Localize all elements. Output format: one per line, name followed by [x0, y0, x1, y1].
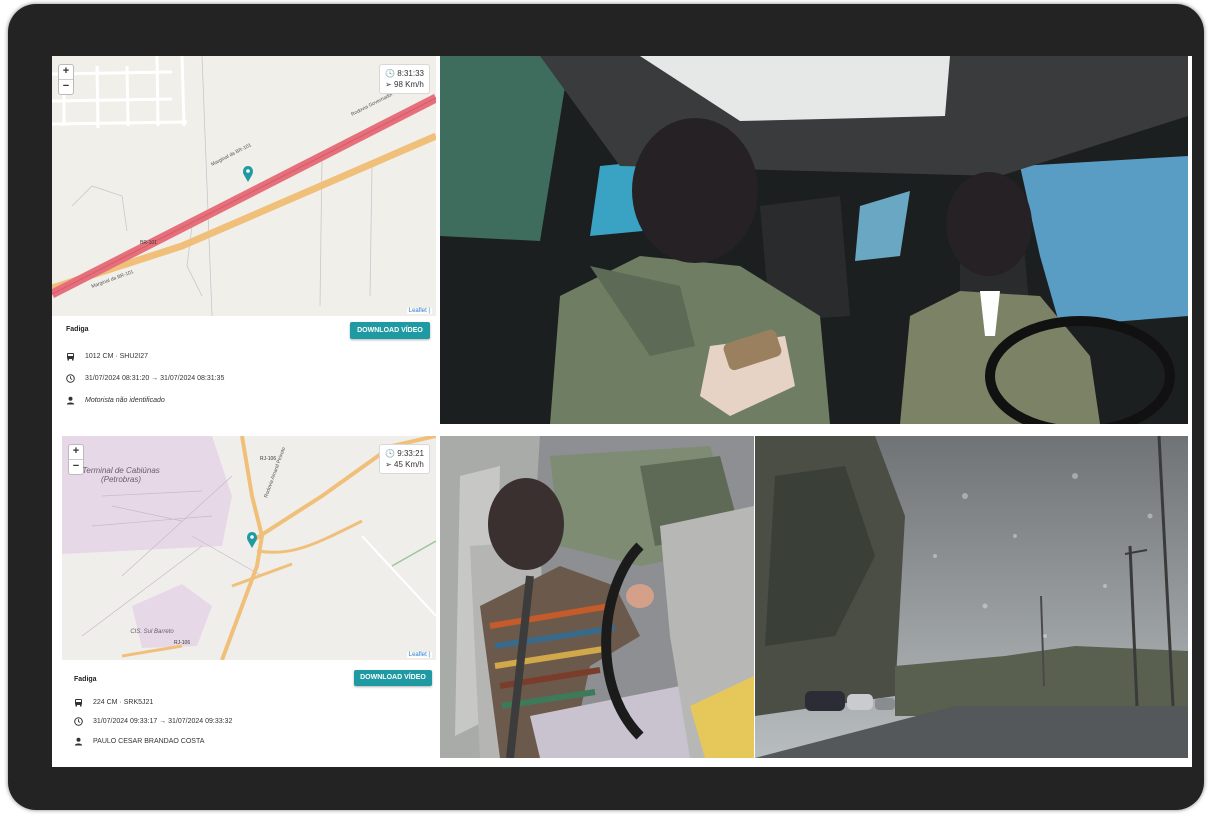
telemetry-overlay-2: 🕓 9:33:21 ➢ 45 Km/h: [379, 444, 430, 474]
clock-icon: 🕓: [385, 449, 396, 458]
telemetry-overlay-1: 🕓 8:31:33 ➢ 98 Km/h: [379, 64, 430, 94]
event-period: 31/07/2024 08:31:20 → 31/07/2024 08:31:3…: [85, 375, 225, 382]
clock-icon: [74, 717, 83, 726]
event-info-2: Fadiga DOWNLOAD VÍDEO 224 CM · SRK5J21 3…: [62, 660, 436, 758]
event-map-1[interactable]: Marginal da BR-101 Marginal da BR-101 Ro…: [52, 56, 436, 316]
cabin-camera-image: [440, 436, 754, 758]
overlay-speed: 45 Km/h: [394, 460, 424, 469]
event-info-1: Fadiga DOWNLOAD VÍDEO 1012 CM · SHU2I27 …: [52, 316, 436, 420]
vehicle-id: 1012 CM · SHU2I27: [85, 353, 149, 360]
person-icon: [74, 737, 83, 746]
driver-row: PAULO CESAR BRANDAO COSTA: [74, 737, 204, 746]
road-label: Marginal da BR-101: [210, 142, 253, 168]
road-label: RJ-106: [260, 456, 276, 462]
road-camera-frame-2: [755, 436, 1188, 758]
event-period: 31/07/2024 09:33:17 → 31/07/2024 09:33:3…: [93, 718, 233, 725]
event-review-sheet: Marginal da BR-101 Marginal da BR-101 Ro…: [52, 56, 1192, 767]
period-row: 31/07/2024 09:33:17 → 31/07/2024 09:33:3…: [74, 717, 232, 726]
event-title: Fadiga: [66, 326, 89, 333]
download-video-button[interactable]: DOWNLOAD VÍDEO: [354, 670, 432, 686]
place-label: Terminal de Cabiúnas (Petrobras): [82, 466, 160, 484]
overlay-speed: 98 Km/h: [394, 80, 424, 89]
cabin-camera-frame-2: [440, 436, 754, 758]
map-attribution[interactable]: Leaflet |: [406, 652, 432, 658]
person-icon: [66, 396, 75, 405]
road-label: BR-101: [140, 240, 157, 246]
zoom-in-button[interactable]: +: [59, 65, 73, 79]
road-label: Rodovia Amaral Peixoto: [263, 446, 287, 498]
zoom-in-button[interactable]: +: [69, 445, 83, 459]
bus-icon: [66, 352, 75, 361]
vehicle-row: 1012 CM · SHU2I27: [66, 352, 148, 361]
road-camera-image: [755, 436, 1188, 758]
driver-name: Motorista não identificado: [85, 397, 165, 404]
driver-name: PAULO CESAR BRANDAO COSTA: [93, 738, 205, 745]
blurred-face: [946, 172, 1032, 276]
download-video-button[interactable]: DOWNLOAD VÍDEO: [350, 322, 430, 339]
road-label: RJ-106: [174, 640, 190, 646]
event-title: Fadiga: [74, 676, 97, 683]
map-pin-icon[interactable]: [247, 532, 257, 548]
map-tiles-1: Marginal da BR-101 Marginal da BR-101 Ro…: [52, 56, 436, 316]
cabin-camera-image: [440, 56, 1188, 424]
zoom-control-1: + −: [58, 64, 74, 95]
clock-icon: 🕓: [385, 69, 396, 78]
place-label: CIS. Sul Barreto: [130, 629, 174, 635]
map-pin-icon[interactable]: [243, 166, 253, 182]
overlay-time: 8:31:33: [397, 69, 424, 78]
speedometer-icon: ➢: [385, 80, 392, 89]
clock-icon: [66, 374, 75, 383]
bus-icon: [74, 698, 83, 707]
blurred-face: [632, 118, 758, 263]
zoom-out-button[interactable]: −: [59, 79, 73, 94]
speedometer-icon: ➢: [385, 460, 392, 469]
driver-row: Motorista não identificado: [66, 396, 165, 405]
map-attribution[interactable]: Leaflet |: [406, 308, 432, 314]
blurred-face: [488, 478, 564, 570]
overlay-time: 9:33:21: [397, 449, 424, 458]
vehicle-row: 224 CM · SRK5J21: [74, 698, 153, 707]
period-row: 31/07/2024 08:31:20 → 31/07/2024 08:31:3…: [66, 374, 224, 383]
event-map-2[interactable]: RJ-106 RJ-106 Rodovia Amaral Peixoto + −…: [62, 436, 436, 660]
vehicle-id: 224 CM · SRK5J21: [93, 699, 154, 706]
cabin-camera-frame-1: [440, 56, 1188, 424]
